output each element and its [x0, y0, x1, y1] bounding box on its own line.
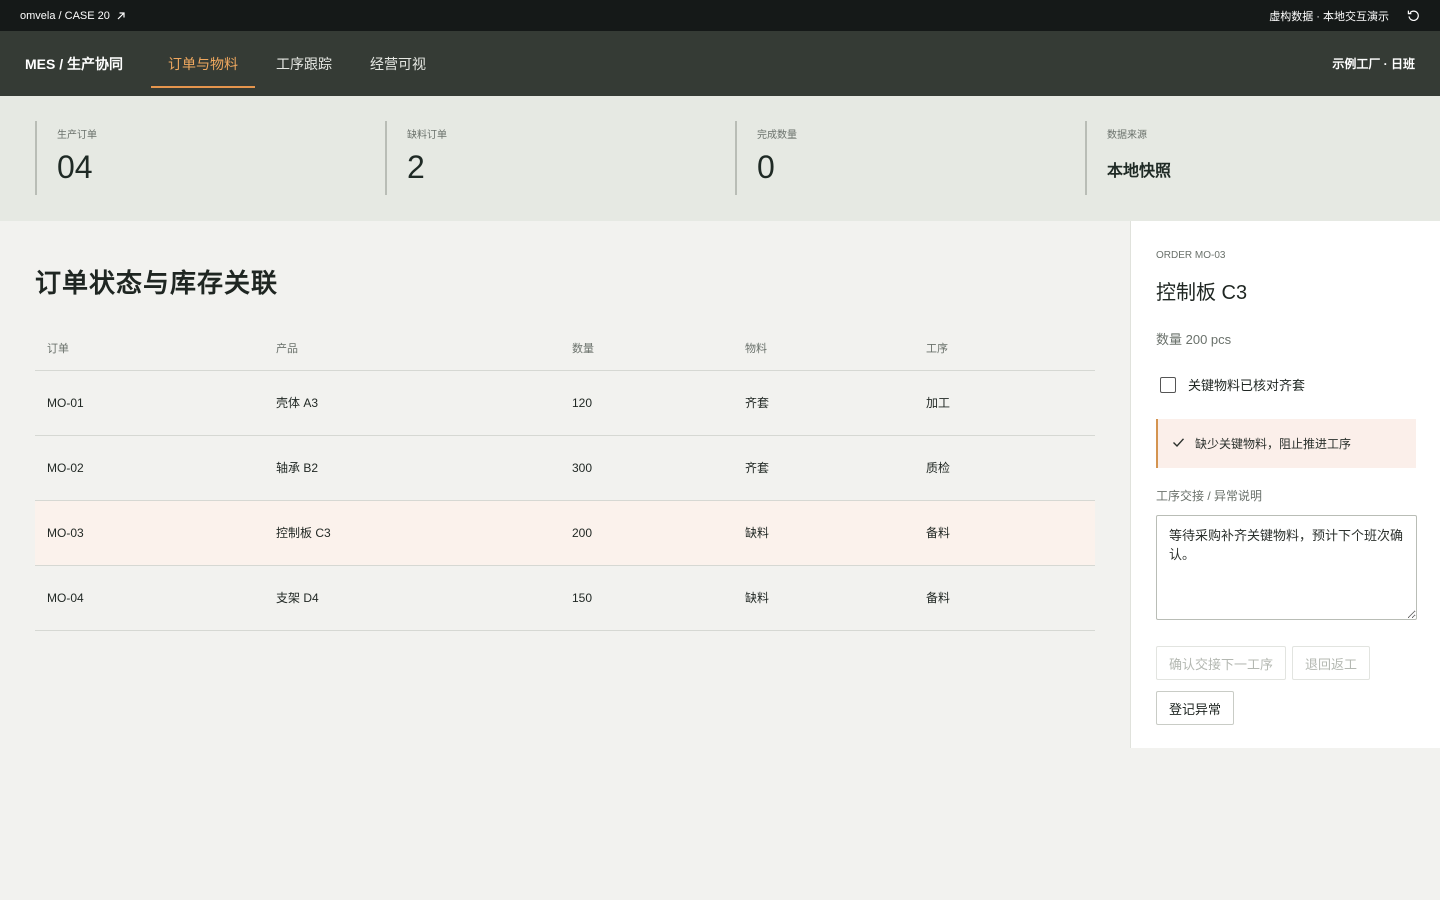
shortage-alert: 缺少关键物料，阻止推进工序: [1156, 419, 1416, 468]
column-header: 物料: [733, 326, 914, 371]
stat-label: 生产订单: [57, 130, 97, 141]
table-header-row: 订单 产品 数量 物料 工序: [35, 326, 1095, 371]
stat-orders: 生产订单 04: [35, 121, 385, 195]
table-row-selected[interactable]: MO-03 控制板 C3 200 缺料 备料: [35, 500, 1095, 566]
stat-shortage-orders: 缺料订单 2: [385, 121, 735, 195]
order-quantity: 数量 200 pcs: [1156, 332, 1232, 347]
stat-value: 04: [57, 149, 93, 185]
nav-tabs: 订单与物料 工序跟踪 经营可视: [151, 31, 447, 96]
case-link[interactable]: omvela / CASE 20: [20, 10, 126, 22]
demo-notice: 虚构数据 · 本地交互演示: [1269, 10, 1389, 23]
cell-product: 壳体 A3: [264, 370, 560, 436]
stat-data-source: 数据来源 本地快照: [1085, 121, 1435, 195]
tab-process-tracking[interactable]: 工序跟踪: [259, 31, 349, 96]
cell-process: 质检: [914, 435, 1095, 501]
stat-label: 数据来源: [1107, 130, 1147, 141]
confirm-handover-button[interactable]: 确认交接下一工序: [1156, 646, 1287, 680]
checkbox-label: 关键物料已核对齐套: [1188, 378, 1306, 393]
handover-note-input[interactable]: 等待采购补齐关键物料，预计下个班次确认。: [1156, 515, 1417, 620]
alert-text: 缺少关键物料，阻止推进工序: [1195, 437, 1352, 451]
stat-value: 0: [757, 149, 775, 185]
cell-order: MO-04: [35, 565, 264, 631]
tab-orders-materials[interactable]: 订单与物料: [151, 31, 255, 96]
column-header: 订单: [35, 326, 264, 371]
rework-button[interactable]: 退回返工: [1292, 646, 1371, 680]
main-nav: MES / 生产协同 订单与物料 工序跟踪 经营可视 示例工厂 · 日班: [0, 31, 1440, 96]
cell-order: MO-03: [35, 500, 264, 566]
orders-section: 订单状态与库存关联 订单 产品 数量 物料 工序 MO-01 壳体 A3 120…: [0, 221, 1130, 631]
order-tag: ORDER MO-03: [1156, 250, 1226, 261]
cell-order: MO-02: [35, 435, 264, 501]
cell-qty: 150: [560, 565, 733, 631]
cell-material: 齐套: [733, 435, 914, 501]
stat-completed-qty: 完成数量 0: [735, 121, 1085, 195]
cell-product: 轴承 B2: [264, 435, 560, 501]
order-detail-panel: ORDER MO-03 控制板 C3 数量 200 pcs 关键物料已核对齐套 …: [1130, 221, 1440, 748]
note-field-label: 工序交接 / 异常说明: [1156, 489, 1263, 503]
cell-process: 备料: [914, 500, 1095, 566]
orders-table: 订单 产品 数量 物料 工序 MO-01 壳体 A3 120 齐套 加工 MO-…: [35, 326, 1095, 631]
external-link-icon: [116, 11, 126, 21]
table-row[interactable]: MO-02 轴承 B2 300 齐套 质检: [35, 435, 1095, 501]
reset-icon[interactable]: [1407, 9, 1420, 22]
cell-order: MO-01: [35, 370, 264, 436]
cell-product: 支架 D4: [264, 565, 560, 631]
column-header: 数量: [560, 326, 733, 371]
check-icon: [1172, 437, 1195, 451]
stat-label: 完成数量: [757, 130, 797, 141]
top-bar: omvela / CASE 20 虚构数据 · 本地交互演示: [0, 0, 1440, 31]
register-exception-button[interactable]: 登记异常: [1156, 691, 1235, 725]
cell-qty: 120: [560, 370, 733, 436]
column-header: 产品: [264, 326, 560, 371]
stat-value: 本地快照: [1107, 163, 1172, 180]
stat-label: 缺料订单: [407, 130, 447, 141]
order-title: 控制板 C3: [1156, 282, 1248, 304]
case-crumb: omvela / CASE 20: [20, 9, 110, 22]
cell-product: 控制板 C3: [264, 500, 560, 566]
page-title: 订单状态与库存关联: [35, 268, 279, 298]
table-row[interactable]: MO-04 支架 D4 150 缺料 备料: [35, 565, 1095, 631]
material-checked-checkbox[interactable]: [1160, 376, 1176, 393]
app-brand: MES / 生产协同: [25, 55, 124, 72]
cell-material: 齐套: [733, 370, 914, 436]
cell-material: 缺料: [733, 565, 914, 631]
cell-qty: 200: [560, 500, 733, 566]
factory-shift: 示例工厂 · 日班: [1332, 57, 1415, 71]
column-header: 工序: [914, 326, 1095, 371]
stat-value: 2: [407, 149, 425, 185]
material-check-row[interactable]: 关键物料已核对齐套: [1156, 375, 1416, 394]
cell-qty: 300: [560, 435, 733, 501]
tab-business-view[interactable]: 经营可视: [353, 31, 443, 96]
cell-process: 加工: [914, 370, 1095, 436]
cell-process: 备料: [914, 565, 1095, 631]
table-row[interactable]: MO-01 壳体 A3 120 齐套 加工: [35, 370, 1095, 436]
cell-material: 缺料: [733, 500, 914, 566]
stats-bar: 生产订单 04 缺料订单 2 完成数量 0 数据来源 本地快照: [0, 96, 1440, 221]
